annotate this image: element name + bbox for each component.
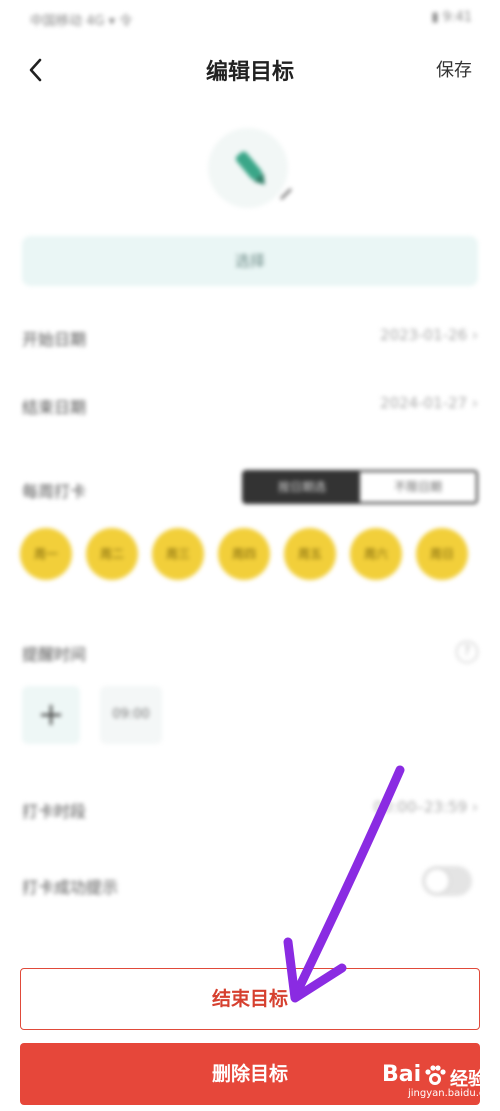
checkin-alert-label: 打卡成功提示 <box>22 878 119 897</box>
segment-by-date[interactable]: 按日期选 <box>244 472 360 502</box>
pencil-icon <box>235 151 265 185</box>
end-date-value: 2024-01-27 › <box>380 394 478 412</box>
day-saturday[interactable]: 周六 <box>350 528 402 580</box>
help-icon[interactable]: ? <box>456 641 478 663</box>
end-goal-button[interactable]: 结束目标 <box>20 968 480 1030</box>
battery-time-text: ▮ 9:41 <box>431 10 472 25</box>
day-wednesday[interactable]: 周三 <box>152 528 204 580</box>
carrier-text: 中国移动 4G ▾ 令 <box>30 14 133 29</box>
checkin-time-row[interactable]: 打卡时段 00:00–23:59 › <box>0 790 500 830</box>
toggle-knob <box>425 869 449 893</box>
add-reminder-button[interactable] <box>22 686 80 744</box>
select-icon-button[interactable]: 选择 <box>22 236 478 286</box>
start-date-row[interactable]: 开始日期 2023-01-26 › <box>0 318 500 358</box>
weekday-selector: 周一 周二 周三 周四 周五 周六 周日 <box>20 528 480 584</box>
end-date-row[interactable]: 结束日期 2024-01-27 › <box>0 386 500 426</box>
segment-any-date[interactable]: 不限日期 <box>360 472 476 502</box>
checkin-alert-toggle[interactable] <box>422 866 472 896</box>
status-bar: 中国移动 4G ▾ 令 ▮ 9:41 <box>0 0 500 40</box>
start-date-value: 2023-01-26 › <box>380 326 478 344</box>
edit-badge-icon <box>280 188 292 200</box>
save-button[interactable]: 保存 <box>436 56 472 82</box>
nav-bar: 编辑目标 保存 <box>0 40 500 100</box>
day-friday[interactable]: 周五 <box>284 528 336 580</box>
day-monday[interactable]: 周一 <box>20 528 72 580</box>
day-thursday[interactable]: 周四 <box>218 528 270 580</box>
checkin-mode-segmented-control: 按日期选 不限日期 <box>242 470 478 504</box>
weekly-checkin-label: 每周打卡 <box>22 482 87 501</box>
end-date-label: 结束日期 <box>22 398 87 417</box>
chevron-left-icon <box>29 58 42 82</box>
day-tuesday[interactable]: 周二 <box>86 528 138 580</box>
plus-icon <box>40 704 62 726</box>
reminder-label: 提醒时间 <box>22 645 87 664</box>
back-button[interactable] <box>20 52 56 88</box>
delete-goal-button[interactable]: 删除目标 <box>20 1043 480 1105</box>
day-sunday[interactable]: 周日 <box>416 528 468 580</box>
checkin-time-value: 00:00–23:59 › <box>373 798 478 816</box>
goal-icon-picker[interactable] <box>208 128 298 208</box>
checkin-time-label: 打卡时段 <box>22 802 87 821</box>
reminder-time-chip[interactable]: 09:00 <box>100 686 162 744</box>
page-title: 编辑目标 <box>205 60 294 85</box>
start-date-label: 开始日期 <box>22 330 87 349</box>
